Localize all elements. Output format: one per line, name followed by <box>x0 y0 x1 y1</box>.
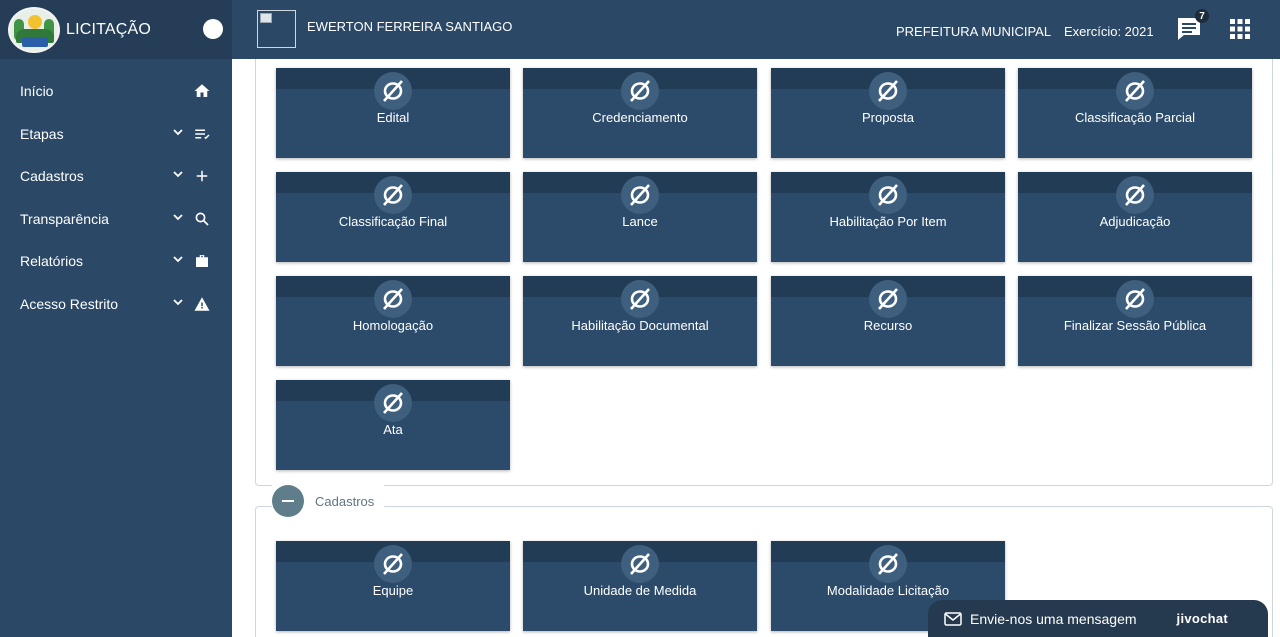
card-label: Adjudicação <box>1099 214 1171 229</box>
no-sign-icon <box>621 72 659 110</box>
stage-card-habilitacao-por-item[interactable]: Habilitação Por Item <box>771 172 1005 262</box>
avatar[interactable] <box>257 10 296 48</box>
card-label: Classificação Final <box>338 214 448 229</box>
sidebar-item-inicio[interactable]: Início <box>0 70 232 113</box>
plus-icon <box>196 170 208 182</box>
chat-brand: jivochat <box>1176 611 1229 626</box>
stage-card-homologacao[interactable]: Homologação <box>276 276 510 366</box>
stage-card-habilitacao-documental[interactable]: Habilitação Documental <box>523 276 757 366</box>
no-sign-icon <box>374 384 412 422</box>
section-title: Cadastros <box>315 493 375 509</box>
sidebar: LICITAÇÃO Início Etapas Cadastros Transp… <box>0 0 232 637</box>
chevron-down-icon <box>173 128 183 135</box>
sidebar-item-label: Cadastros <box>20 168 84 185</box>
stage-card-credenciamento[interactable]: Credenciamento <box>523 68 757 158</box>
card-label: Credenciamento <box>592 110 688 125</box>
card-label: Recurso <box>863 318 913 333</box>
sidebar-item-cadastros[interactable]: Cadastros <box>0 155 232 198</box>
sidebar-item-relatorios[interactable]: Relatórios <box>0 240 232 283</box>
user-name: EWERTON FERREIRA SANTIAGO <box>307 19 513 34</box>
chat-widget[interactable]: Envie-nos uma mensagem jivochat <box>928 600 1268 637</box>
no-sign-icon <box>374 176 412 214</box>
registrations-legend: Cadastros <box>272 485 385 517</box>
chevron-down-icon <box>173 213 183 220</box>
brand-header: LICITAÇÃO <box>0 0 232 59</box>
no-sign-icon <box>374 72 412 110</box>
exercise-year[interactable]: Exercício: 2021 <box>1064 24 1154 39</box>
sidebar-item-label: Acesso Restrito <box>20 295 119 312</box>
no-sign-icon <box>869 280 907 318</box>
card-label: Unidade de Medida <box>583 583 697 598</box>
registration-card-unidade-de-medida[interactable]: Unidade de Medida <box>523 541 757 631</box>
no-sign-icon <box>621 280 659 318</box>
card-label: Homologação <box>352 318 434 333</box>
no-sign-icon <box>1116 72 1154 110</box>
card-label: Habilitação Documental <box>571 318 709 333</box>
sidebar-toggle-button[interactable] <box>203 19 223 39</box>
no-sign-icon <box>1116 280 1154 318</box>
sidebar-menu: Início Etapas Cadastros Transparência Re… <box>0 70 232 325</box>
checklist-icon <box>195 129 210 139</box>
stage-card-lance[interactable]: Lance <box>523 172 757 262</box>
home-icon <box>194 84 210 97</box>
apps-grid-icon[interactable] <box>1229 18 1251 40</box>
sidebar-item-label: Transparência <box>20 210 109 227</box>
sidebar-item-label: Relatórios <box>20 253 84 270</box>
no-sign-icon <box>869 176 907 214</box>
sidebar-item-label: Início <box>20 83 54 100</box>
registration-card-equipe[interactable]: Equipe <box>276 541 510 631</box>
no-sign-icon <box>1116 176 1154 214</box>
no-sign-icon <box>374 545 412 583</box>
app-title: LICITAÇÃO <box>66 20 152 38</box>
chevron-down-icon <box>173 256 183 263</box>
card-label: Classificação Parcial <box>1075 110 1195 125</box>
card-label: Edital <box>376 110 410 125</box>
sidebar-item-etapas[interactable]: Etapas <box>0 113 232 156</box>
card-label: Proposta <box>861 110 915 125</box>
stage-card-classificacao-parcial[interactable]: Classificação Parcial <box>1018 68 1252 158</box>
notification-badge: 7 <box>1195 9 1209 23</box>
sidebar-item-acesso-restrito[interactable]: Acesso Restrito <box>0 283 232 326</box>
organization-name: PREFEITURA MUNICIPAL <box>896 24 1052 39</box>
no-sign-icon <box>374 280 412 318</box>
search-icon <box>195 212 209 226</box>
stage-card-recurso[interactable]: Recurso <box>771 276 1005 366</box>
no-sign-icon <box>869 545 907 583</box>
stage-card-edital[interactable]: Edital <box>276 68 510 158</box>
stage-card-proposta[interactable]: Proposta <box>771 68 1005 158</box>
card-label: Habilitação Por Item <box>829 214 947 229</box>
broken-image-icon <box>260 13 272 23</box>
no-sign-icon <box>621 176 659 214</box>
collapse-button[interactable] <box>272 485 304 517</box>
municipal-logo <box>8 6 60 53</box>
card-label: Modalidade Licitação <box>826 583 950 598</box>
mail-icon <box>944 611 962 626</box>
chat-message: Envie-nos uma mensagem <box>970 610 1137 627</box>
no-sign-icon <box>621 545 659 583</box>
no-sign-icon <box>869 72 907 110</box>
stage-card-finalizar-sessao-publica[interactable]: Finalizar Sessão Pública <box>1018 276 1252 366</box>
stage-card-adjudicacao[interactable]: Adjudicação <box>1018 172 1252 262</box>
chevron-down-icon <box>173 171 183 178</box>
stage-card-ata[interactable]: Ata <box>276 380 510 470</box>
stage-card-classificacao-final[interactable]: Classificação Final <box>276 172 510 262</box>
card-label: Equipe <box>372 583 414 598</box>
warning-icon <box>194 296 210 311</box>
briefcase-icon <box>196 255 208 267</box>
chevron-down-icon <box>173 298 183 305</box>
card-label: Ata <box>383 422 403 437</box>
sidebar-item-transparencia[interactable]: Transparência <box>0 198 232 241</box>
main-content: Cadastros Edital Credenciamento Proposta… <box>232 59 1280 637</box>
card-label: Finalizar Sessão Pública <box>1063 318 1207 333</box>
card-label: Lance <box>622 214 658 229</box>
sidebar-item-label: Etapas <box>20 125 64 142</box>
top-bar: EWERTON FERREIRA SANTIAGO PREFEITURA MUN… <box>232 0 1280 59</box>
